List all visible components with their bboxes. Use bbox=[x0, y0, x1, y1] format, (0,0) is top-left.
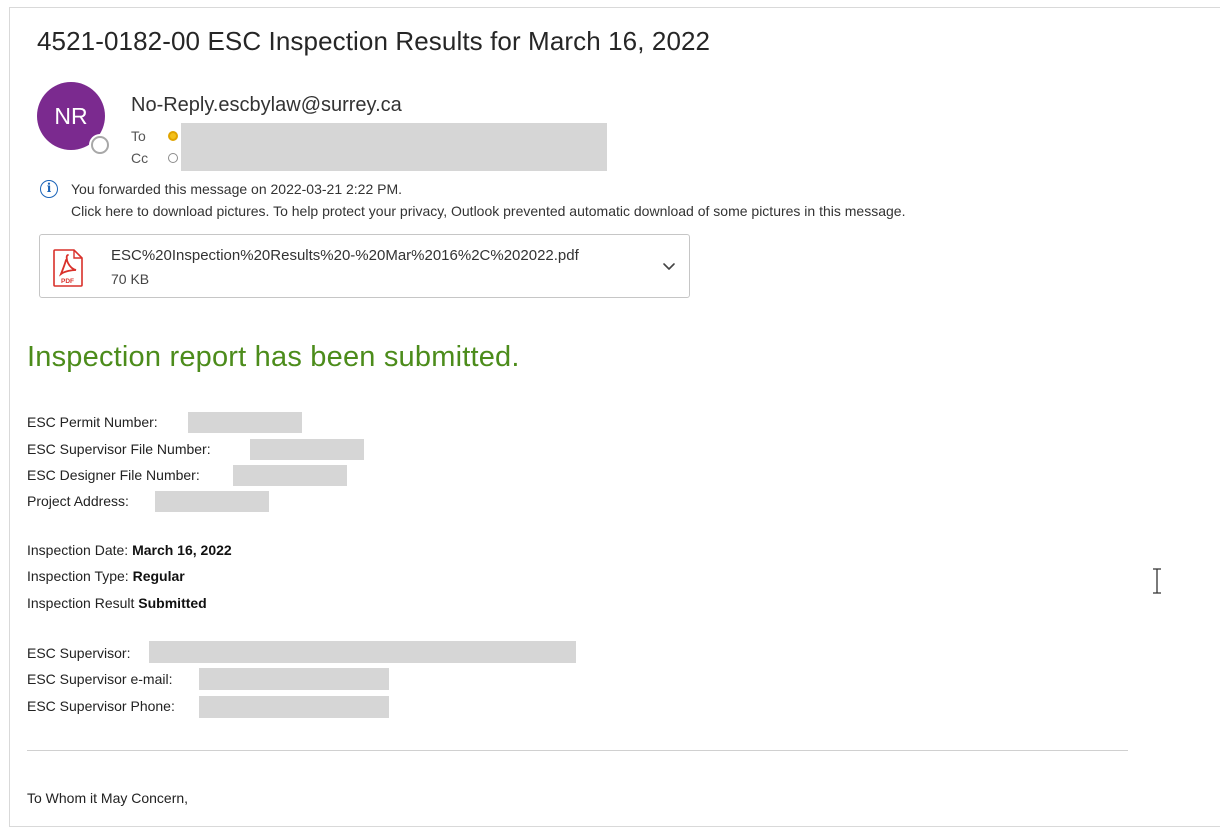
inspection-date-label: Inspection Date: bbox=[27, 542, 133, 558]
inspection-date-value: March 16, 2022 bbox=[132, 542, 232, 558]
section-divider bbox=[27, 750, 1128, 751]
pdf-icon: PDF bbox=[53, 249, 83, 287]
redacted-permit-number bbox=[188, 412, 302, 433]
inspection-result: Inspection Result Submitted bbox=[27, 595, 207, 611]
cc-label: Cc bbox=[131, 150, 149, 166]
redacted-recipients bbox=[181, 123, 607, 171]
salutation: To Whom it May Concern, bbox=[27, 790, 189, 806]
attachment-filename: ESC%20Inspection%20Results%20-%20Mar%201… bbox=[111, 247, 579, 264]
supervisor-name-label: ESC Supervisor: bbox=[27, 645, 131, 661]
redacted-supervisor-email bbox=[199, 668, 389, 690]
redacted-supervisor-file-number bbox=[250, 439, 364, 460]
forwarded-notice: You forwarded this message on 2022-03-21… bbox=[71, 181, 403, 197]
project-address-label: Project Address: bbox=[27, 493, 129, 509]
redacted-project-address bbox=[155, 491, 269, 512]
submitted-heading: Inspection report has been submitted. bbox=[27, 341, 520, 373]
attachment-size: 70 KB bbox=[111, 271, 150, 287]
permit-number-label: ESC Permit Number: bbox=[27, 414, 158, 430]
recipient-offline-status-icon bbox=[168, 153, 178, 163]
inspection-date: Inspection Date: March 16, 2022 bbox=[27, 542, 232, 558]
inspection-type-label: Inspection Type: bbox=[27, 568, 133, 584]
to-label: To bbox=[131, 128, 146, 144]
text-cursor-icon bbox=[1153, 568, 1161, 594]
attachment-card[interactable]: PDF ESC%20Inspection%20Results%20-%20Mar… bbox=[39, 234, 690, 298]
avatar-initials: NR bbox=[54, 103, 88, 129]
inspection-type-value: Regular bbox=[132, 568, 185, 584]
presence-status-icon bbox=[91, 136, 109, 154]
pdf-icon-label: PDF bbox=[61, 278, 74, 285]
redacted-supervisor-name bbox=[149, 641, 576, 663]
download-pictures-link[interactable]: Click here to download pictures. To help… bbox=[71, 203, 905, 219]
info-icon: i bbox=[40, 180, 58, 198]
message-subject: 4521-0182-00 ESC Inspection Results for … bbox=[37, 26, 711, 56]
inspection-result-value: Submitted bbox=[138, 595, 207, 611]
designer-file-number-label: ESC Designer File Number: bbox=[27, 467, 200, 483]
inspection-type: Inspection Type: Regular bbox=[27, 568, 185, 584]
supervisor-email-label: ESC Supervisor e-mail: bbox=[27, 671, 173, 687]
inspection-result-label: Inspection Result bbox=[27, 595, 139, 611]
supervisor-file-number-label: ESC Supervisor File Number: bbox=[27, 441, 211, 457]
supervisor-phone-label: ESC Supervisor Phone: bbox=[27, 698, 175, 714]
recipient-away-status-icon bbox=[168, 131, 178, 141]
sender-address[interactable]: No-Reply.escbylaw@surrey.ca bbox=[131, 94, 402, 117]
redacted-supervisor-phone bbox=[199, 696, 389, 718]
chevron-down-icon[interactable] bbox=[660, 257, 678, 275]
redacted-designer-file-number bbox=[233, 465, 347, 486]
